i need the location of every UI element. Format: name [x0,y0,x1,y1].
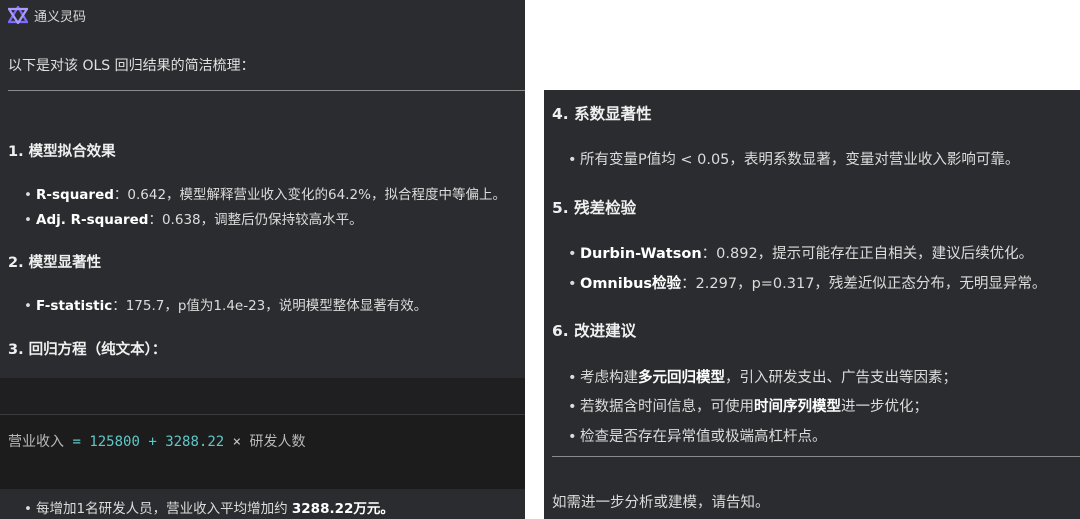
metric-text: ：0.642，模型解释营业收入变化的64.2%，拟合程度中等偏上。 [113,187,506,203]
list-item: • Adj. R-squared：0.638，调整后仍保持较高水平。 [24,212,363,228]
divider [552,456,1080,457]
list-item: • Durbin-Watson：0.892，提示可能存在正自相关，建议后续优化。 [568,246,1034,262]
list-item: • Omnibus检验：2.297，p=0.317，残差近似正态分布，无明显异常。 [568,276,1047,292]
metric-label: Adj. R-squared [36,212,149,228]
tongyi-lingma-logo-icon [8,6,28,24]
metric-label: R-squared [36,187,114,203]
metric-label: F-statistic [36,298,113,314]
code-block[interactable]: 营业收入 = 125800 + 3288.22 × 研发人数 [0,414,525,489]
list-item: • F-statistic：175.7，p值为1.4e-23，说明模型整体显著有效… [24,298,428,314]
divider [8,90,525,91]
list-item: • 检查是否存在异常值或极端高杠杆点。 [568,429,827,445]
code-block-header [0,378,525,414]
list-item: • 每增加1名研发人员，营业收入平均增加约 3288.22万元。 [24,501,394,517]
intro-text: 以下是对该 OLS 回归结果的简洁梳理： [8,58,255,74]
chat-header: 通义灵码 [8,2,86,28]
closing-text: 如需进一步分析或建模，请告知。 [552,495,770,511]
list-item: • 若数据含时间信息，可使用时间序列模型进一步优化； [568,399,928,415]
section-heading-fit: 1. 模型拟合效果 [8,144,116,160]
section-heading-equation: 3. 回归方程（纯文本）： [8,342,167,358]
chat-panel-right: 4. 系数显著性 • 所有变量P值均 < 0.05，表明系数显著，变量对营业收入影… [544,90,1080,519]
list-item: • 所有变量P值均 < 0.05，表明系数显著，变量对营业收入影响可靠。 [568,152,1020,168]
section-heading-improvement: 6. 改进建议 [552,322,637,340]
list-item: • 考虑构建多元回归模型，引入研发支出、广告支出等因素； [568,370,957,386]
chat-panel-left: 通义灵码 以下是对该 OLS 回归结果的简洁梳理： 1. 模型拟合效果 • R-s… [0,0,525,519]
section-heading-significance: 2. 模型显著性 [8,255,102,271]
app-title: 通义灵码 [34,9,87,25]
metric-text: ：175.7，p值为1.4e-23，说明模型整体显著有效。 [112,298,428,314]
section-heading-residual: 5. 残差检验 [552,199,637,217]
regression-equation: 营业收入 = 125800 + 3288.22 × 研发人数 [8,434,306,450]
metric-text: ：0.638，调整后仍保持较高水平。 [148,212,363,228]
list-item: • R-squared：0.642，模型解释营业收入变化的64.2%，拟合程度中等… [24,187,506,203]
section-heading-coef-significance: 4. 系数显著性 [552,105,652,123]
